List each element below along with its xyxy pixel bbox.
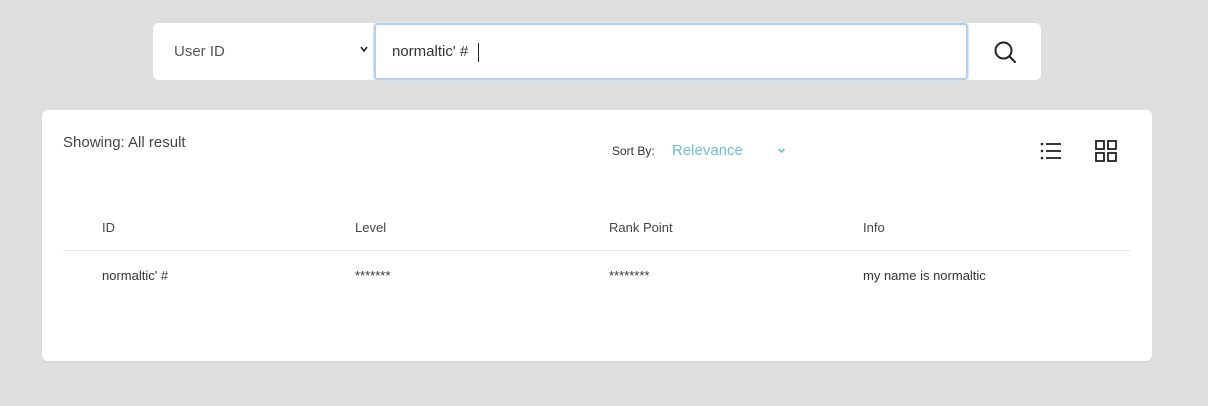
column-header-level: Level bbox=[355, 220, 387, 235]
sort-select-value: Relevance bbox=[672, 142, 743, 159]
cell-level: ******* bbox=[355, 268, 391, 283]
results-table: ID Level Rank Point Info normaltic' # **… bbox=[63, 208, 1131, 301]
search-icon bbox=[994, 41, 1016, 63]
search-button[interactable] bbox=[968, 23, 1041, 80]
search-input[interactable] bbox=[376, 25, 966, 78]
search-input-wrapper bbox=[374, 23, 968, 80]
chevron-down-icon bbox=[777, 148, 786, 154]
list-view-icon[interactable] bbox=[1040, 141, 1062, 161]
cell-info: my name is normaltic bbox=[863, 268, 986, 283]
results-panel: Showing: All result Sort By: Relevance I… bbox=[42, 110, 1152, 361]
table-header: ID Level Rank Point Info bbox=[63, 208, 1131, 251]
cell-id: normaltic' # bbox=[102, 268, 169, 283]
column-header-id: ID bbox=[102, 220, 115, 235]
showing-text: Showing: All result bbox=[63, 134, 186, 151]
column-header-info: Info bbox=[863, 220, 885, 235]
grid-view-icon[interactable] bbox=[1095, 140, 1117, 162]
table-row[interactable]: normaltic' # ******* ******** my name is… bbox=[63, 251, 1131, 301]
search-field-select-value: User ID bbox=[174, 43, 225, 60]
search-bar: User ID bbox=[153, 23, 1041, 80]
column-header-rank-point: Rank Point bbox=[609, 220, 673, 235]
chevron-down-icon bbox=[360, 46, 368, 53]
search-field-select[interactable]: User ID bbox=[153, 23, 375, 80]
text-caret bbox=[478, 43, 479, 62]
cell-rank-point: ******** bbox=[609, 268, 650, 283]
sort-by-label: Sort By: bbox=[612, 144, 655, 158]
sort-select[interactable]: Relevance bbox=[672, 142, 790, 162]
